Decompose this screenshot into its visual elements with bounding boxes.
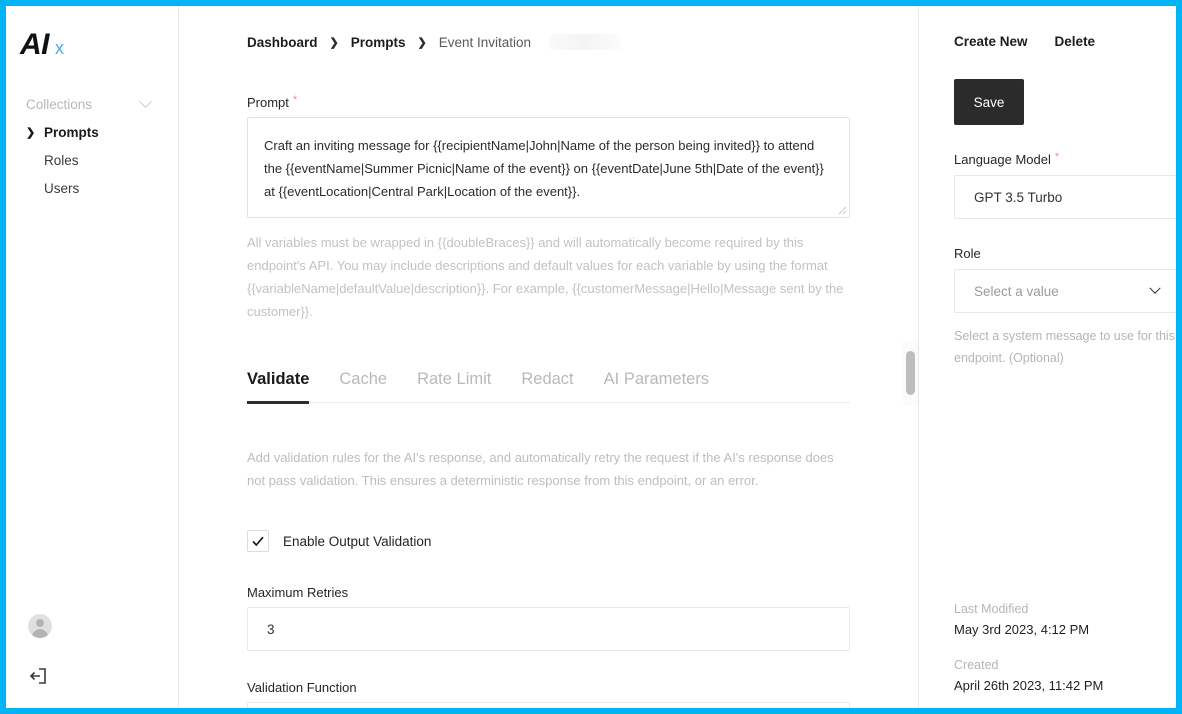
validate-description: Add validation rules for the AI's respon… [247, 450, 834, 488]
tab-label: Validate [247, 370, 310, 388]
enable-output-validation-checkbox[interactable] [247, 530, 269, 552]
last-modified-label: Last Modified [954, 602, 1029, 616]
main-content: Dashboard ❯ Prompts ❯ Event Invitation P… [179, 6, 919, 708]
chevron-down-icon [1149, 282, 1161, 294]
check-icon [252, 536, 264, 547]
role-value: Select a value [974, 283, 1059, 299]
breadcrumb-item-dashboard[interactable]: Dashboard [247, 35, 318, 50]
role-select[interactable]: Select a value [954, 269, 1176, 313]
prompt-field-group: Prompt * Craft an inviting message for {… [247, 95, 850, 323]
maximum-retries-value: 3 [267, 621, 275, 637]
tab-label: Redact [521, 370, 574, 388]
app-logo[interactable]: AI x [20, 28, 64, 62]
required-asterisk: * [1054, 151, 1060, 163]
required-asterisk: * [292, 94, 298, 106]
sidebar-item-label: Users [44, 180, 80, 196]
enable-output-validation-row[interactable]: Enable Output Validation [247, 530, 850, 552]
sidebar-item-prompts[interactable]: ❯ Prompts [6, 118, 178, 146]
sidebar-item-label: Roles [44, 152, 79, 168]
language-model-label-row: Language Model * [954, 151, 1176, 168]
enable-output-validation-label: Enable Output Validation [283, 533, 432, 549]
sidebar-item-users[interactable]: Users [6, 174, 178, 202]
tab-label: Rate Limit [417, 370, 492, 388]
prompt-textarea-value: Craft an inviting message for {{recipien… [264, 138, 824, 199]
validation-function-label-row: Validation Function [247, 680, 850, 695]
breadcrumb: Dashboard ❯ Prompts ❯ Event Invitation [247, 6, 850, 50]
language-model-label: Language Model [954, 152, 1051, 167]
tab-validate[interactable]: Validate [247, 370, 310, 404]
sidebar-section-label: Collections [26, 97, 93, 112]
right-panel: Create New Delete Save Language Model * … [919, 6, 1176, 708]
last-modified-block: Last Modified May 3rd 2023, 4:12 PM [954, 602, 1089, 637]
role-help-text: Select a system message to use for this … [954, 329, 1175, 365]
role-label-row: Role [954, 246, 1176, 261]
maximum-retries-label-row: Maximum Retries [247, 585, 850, 600]
tab-label: AI Parameters [603, 370, 710, 388]
chevron-down-icon [139, 95, 152, 109]
logo-text-accent: x [55, 38, 64, 58]
sidebar-nav: Collections ❯ Prompts Roles Users [6, 91, 178, 202]
app-window: AI x Collections ❯ Prompts Roles Users D… [6, 6, 1176, 708]
validation-function-code-editor[interactable]: 1 2 function validateOutput(result = "")… [247, 702, 850, 708]
right-panel-actions: Create New Delete [954, 34, 1176, 49]
sidebar-section-collections[interactable]: Collections [6, 91, 178, 118]
breadcrumb-placeholder-shimmer [549, 34, 622, 50]
breadcrumb-item-current: Event Invitation [438, 34, 532, 50]
prompt-label: Prompt [247, 95, 289, 110]
save-button[interactable]: Save [954, 79, 1024, 125]
sidebar-footer [28, 614, 52, 686]
last-modified-value: May 3rd 2023, 4:12 PM [954, 622, 1090, 637]
delete-button[interactable]: Delete [1055, 34, 1096, 49]
main-inner: Dashboard ❯ Prompts ❯ Event Invitation P… [179, 6, 918, 708]
tab-rate-limit[interactable]: Rate Limit [417, 370, 491, 402]
resize-handle-icon[interactable] [837, 205, 847, 215]
maximum-retries-group: Maximum Retries 3 [247, 585, 850, 651]
tab-ai-parameters[interactable]: AI Parameters [604, 370, 709, 402]
prompt-textarea[interactable]: Craft an inviting message for {{recipien… [247, 117, 850, 218]
sidebar-item-label: Prompts [44, 124, 99, 140]
chevron-right-icon: ❯ [26, 126, 36, 139]
create-new-button[interactable]: Create New [954, 34, 1028, 49]
maximum-retries-input[interactable]: 3 [247, 607, 850, 651]
tab-redact[interactable]: Redact [521, 370, 573, 402]
sidebar-item-roles[interactable]: Roles [6, 146, 178, 174]
tab-cache[interactable]: Cache [339, 370, 387, 402]
breadcrumb-separator-icon: ❯ [329, 36, 339, 49]
created-block: Created April 26th 2023, 11:42 PM [954, 658, 1103, 693]
breadcrumb-separator-icon: ❯ [417, 36, 427, 49]
created-label: Created [954, 658, 999, 672]
maximum-retries-label: Maximum Retries [247, 585, 349, 600]
role-label: Role [954, 246, 981, 261]
logout-icon[interactable] [28, 666, 48, 686]
user-avatar-icon[interactable] [28, 614, 52, 638]
prompt-label-row: Prompt * [247, 94, 850, 111]
settings-tabs: Validate Cache Rate Limit Redact AI Para… [247, 370, 850, 404]
validation-function-label: Validation Function [247, 680, 357, 695]
created-value: April 26th 2023, 11:42 PM [954, 678, 1104, 693]
language-model-value: GPT 3.5 Turbo [974, 189, 1063, 205]
language-model-select[interactable]: GPT 3.5 Turbo [954, 175, 1176, 219]
breadcrumb-item-prompts[interactable]: Prompts [351, 35, 406, 50]
sidebar: AI x Collections ❯ Prompts Roles Users [6, 6, 179, 708]
logo-text-main: AI [20, 28, 50, 61]
validation-function-group: Validation Function 1 2 function validat… [247, 680, 850, 708]
tab-label: Cache [339, 370, 388, 388]
prompt-help-text: All variables must be wrapped in {{doubl… [247, 235, 844, 319]
